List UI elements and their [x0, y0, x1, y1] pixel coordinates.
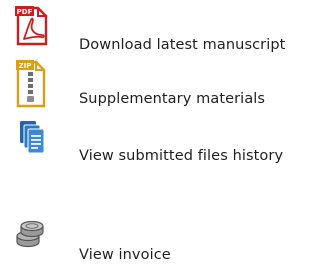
supplementary-materials-link[interactable]: ZIP Supplementary materials: [0, 58, 327, 108]
view-invoice-link[interactable]: View invoice: [0, 218, 327, 264]
zip-archive-icon: ZIP: [16, 58, 46, 112]
download-manuscript-label[interactable]: Download latest manuscript: [79, 36, 285, 54]
submitted-files-history-link[interactable]: View submitted files history: [0, 119, 327, 165]
download-manuscript-link[interactable]: PDF Download latest manuscript: [0, 6, 327, 53]
coin-stack-icon: [14, 218, 48, 256]
supplementary-materials-label[interactable]: Supplementary materials: [79, 90, 265, 108]
file-stack-icon: [18, 119, 46, 159]
pdf-badge-text: PDF: [17, 8, 33, 16]
pdf-file-icon: PDF: [15, 6, 49, 50]
submitted-files-history-label[interactable]: View submitted files history: [79, 147, 283, 165]
view-invoice-label[interactable]: View invoice: [79, 246, 171, 264]
zip-badge-text: ZIP: [19, 62, 32, 70]
manuscript-actions-list: PDF Download latest manuscript ZIP Suppl…: [0, 0, 327, 263]
